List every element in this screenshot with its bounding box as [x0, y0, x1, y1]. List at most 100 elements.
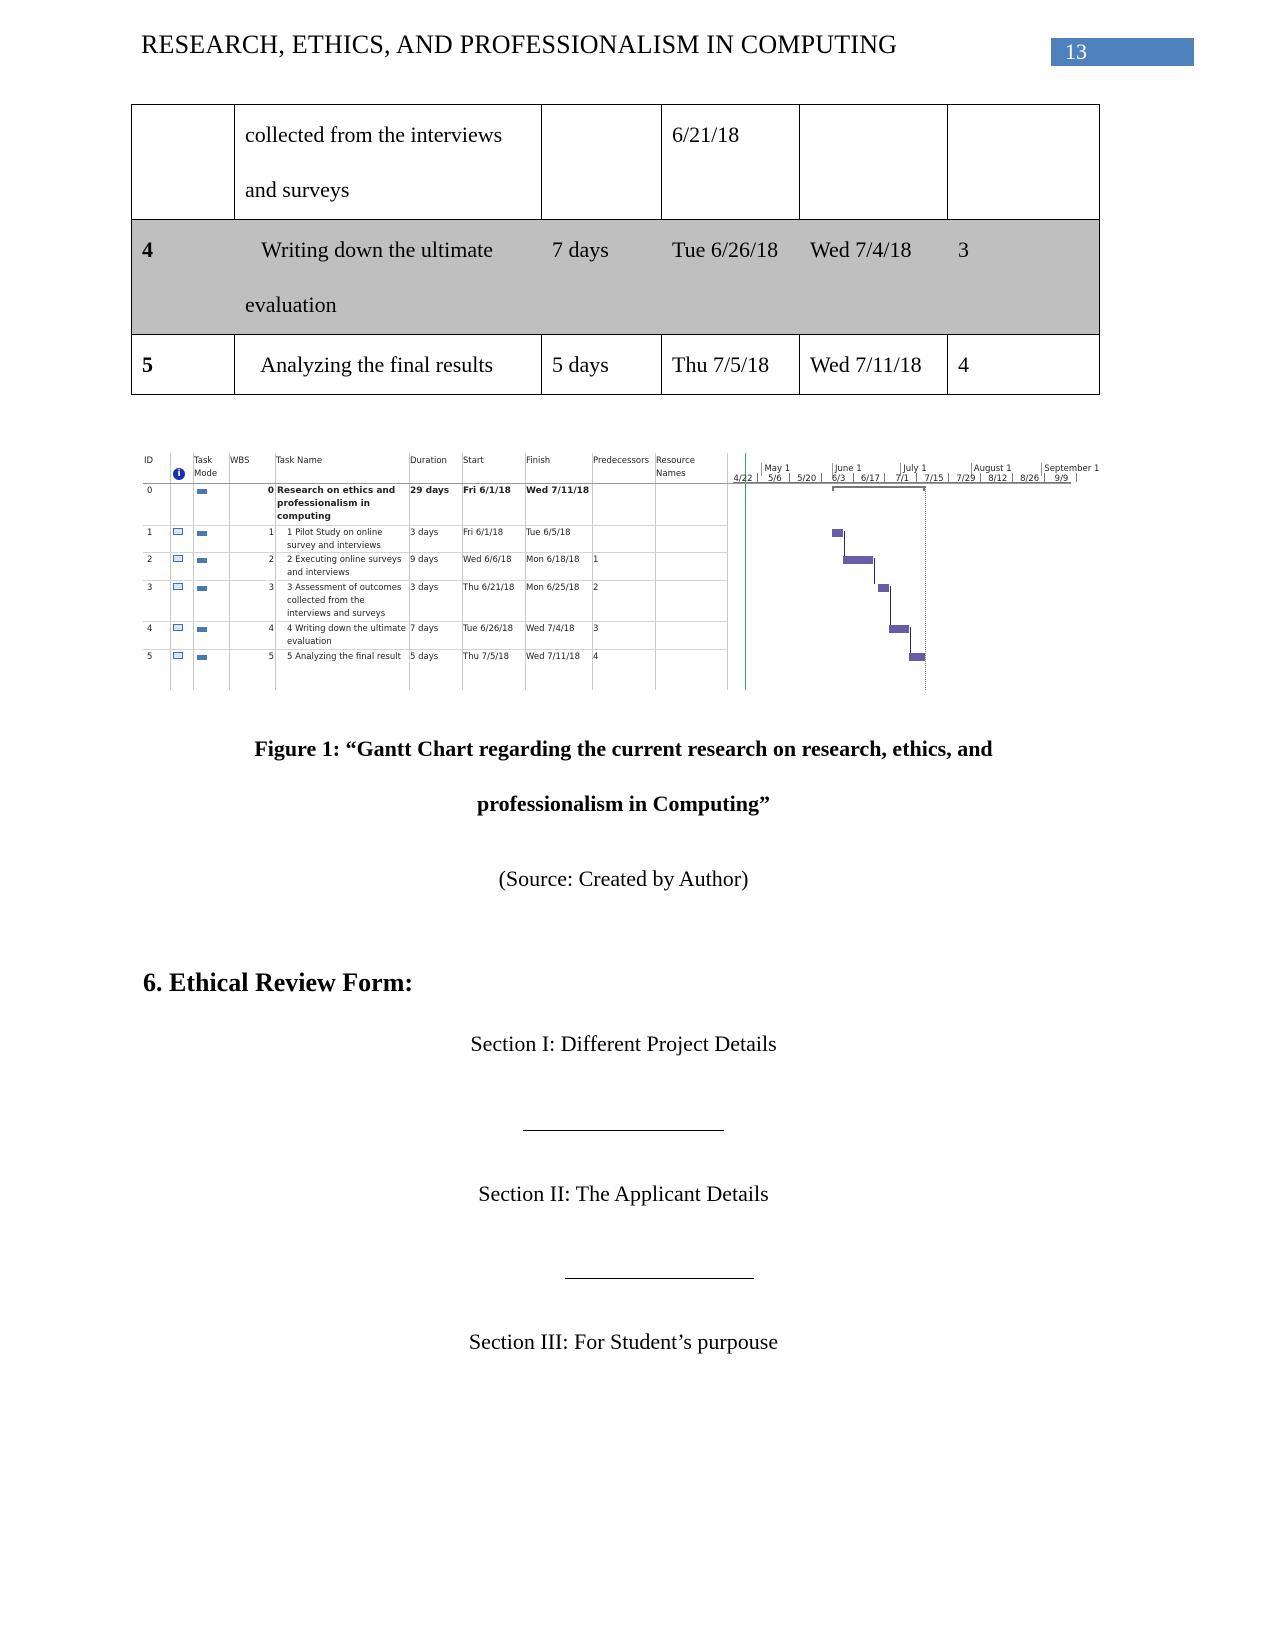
week-tick — [1043, 473, 1045, 482]
gantt-bar-3 — [877, 584, 889, 592]
gantt-id: 2 — [147, 555, 153, 565]
week-tick — [852, 473, 854, 482]
gantt-col-header-mode: Task Mode — [194, 456, 218, 479]
week-tick — [757, 473, 758, 482]
start-cell: Tue 6/26/18 — [661, 219, 800, 335]
gantt-bar-5 — [909, 653, 926, 661]
gantt-col-header-duration: Duration — [410, 456, 447, 466]
calendar-icon — [173, 555, 183, 562]
gantt-finish: Wed 7/11/18 — [526, 486, 590, 496]
table-row: 5 Analyzing the final results 5 days Thu 7… — [131, 334, 1100, 395]
finish-cell: Wed 7/4/18 — [799, 219, 948, 335]
timescale-week: 6/17 — [860, 474, 880, 484]
section-3-title: Section III: For Student’s purpouse — [468, 1329, 779, 1354]
gantt-id: 1 — [147, 528, 153, 538]
gantt-col-header-name: Task Name — [276, 456, 323, 466]
gantt-wbs: 5 — [268, 652, 274, 662]
task-cell: Analyzing the final results — [234, 334, 542, 395]
project-finish-line — [925, 486, 927, 690]
gantt-id: 4 — [147, 624, 153, 634]
table-row: collected from the interviews and surveys… — [131, 104, 1100, 220]
gantt-wbs: 0 — [267, 486, 274, 496]
timescale-week: 4/22 — [733, 474, 753, 484]
gantt-task-name: 5 Analyzing the final result — [287, 652, 401, 662]
row-divider — [143, 552, 727, 553]
task-mode-icon — [197, 586, 207, 591]
table-row: 4 Writing down the ultimate evaluation 7 d… — [131, 219, 1100, 335]
duration-cell: 7 days — [541, 219, 662, 335]
timescale-week: 5/6 — [768, 474, 782, 484]
gantt-task-name: 2 Executing online surveys and interview… — [287, 555, 402, 578]
gantt-col-header-start: Start — [463, 456, 484, 466]
start-cell: 6/21/18 — [661, 104, 800, 220]
gantt-finish: Mon 6/18/18 — [526, 555, 580, 565]
predecessor-cell: 3 — [947, 219, 1100, 335]
predecessor-cell: 4 — [947, 334, 1100, 395]
task-line: evaluation — [245, 292, 337, 317]
task-line: collected from the interviews — [245, 122, 503, 147]
task-cell: Writing down the ultimate evaluation — [234, 219, 542, 335]
finish-cell — [799, 104, 948, 220]
dependency-arrow — [873, 558, 875, 584]
week-tick — [884, 473, 886, 482]
calendar-icon — [173, 583, 183, 590]
gantt-pred: 3 — [593, 624, 599, 634]
page-number: 13 — [1051, 38, 1194, 66]
week-tick — [788, 473, 790, 482]
section-1-title: Section I: Different Project Details — [470, 1031, 777, 1056]
figure-caption-line1: Figure 1: “Gantt Chart regarding the cur… — [254, 736, 993, 761]
predecessor-cell — [947, 104, 1100, 220]
gantt-bar-4 — [888, 625, 910, 633]
gantt-col-header-finish: Finish — [526, 456, 551, 466]
week-tick — [1075, 473, 1077, 482]
week-tick — [1011, 473, 1013, 482]
task-line: Writing down the ultimate — [245, 237, 494, 262]
calendar-icon — [173, 528, 183, 535]
figure-caption-line2: professionalism in Computing” — [477, 791, 770, 816]
row-divider — [143, 580, 727, 581]
finish-cell: Wed 7/11/18 — [799, 334, 948, 395]
id-cell: 4 — [131, 219, 235, 335]
gantt-wbs: 2 — [268, 555, 274, 565]
id-cell — [131, 104, 235, 220]
gantt-id: 5 — [147, 652, 153, 662]
gantt-task-name: 3 Assessment of outcomes collected from … — [287, 583, 402, 619]
dependency-arrow — [844, 531, 846, 556]
task-line: Analyzing the final results — [245, 352, 494, 377]
row-divider — [143, 649, 727, 650]
section-heading: 6. Ethical Review Form: — [143, 968, 414, 997]
info-icon: i — [173, 468, 185, 480]
gantt-task-name: 4 Writing down the ultimate evaluation — [287, 624, 406, 647]
row-divider — [143, 621, 727, 622]
gantt-chart-figure: ID i Task Mode WBS Task Name Duration Start Fin… — [143, 453, 1099, 690]
duration-cell: 5 days — [541, 334, 662, 395]
calendar-icon — [173, 624, 183, 631]
task-line: and surveys — [245, 177, 350, 202]
figure-source: (Source: Created by Author) — [498, 866, 749, 891]
gantt-id: 3 — [147, 583, 153, 593]
gantt-bar-2 — [843, 556, 873, 564]
column-divider — [275, 453, 276, 690]
week-tick — [820, 473, 822, 482]
week-tick — [979, 473, 981, 482]
task-mode-icon — [197, 558, 207, 563]
running-header: RESEARCH, ETHICS, AND PROFESSIONALISM IN… — [141, 30, 898, 59]
week-tick — [948, 473, 950, 482]
dependency-arrow — [910, 627, 912, 653]
gantt-pred: 2 — [593, 583, 599, 593]
id-cell: 5 — [131, 334, 235, 395]
dependency-arrow — [889, 586, 891, 625]
start-cell: Thu 7/5/18 — [661, 334, 800, 395]
gantt-bar-1 — [832, 529, 844, 537]
timescale-week: 7/1 — [895, 474, 910, 484]
timescale-week: 9/9 — [1054, 474, 1069, 484]
calendar-icon — [173, 652, 183, 659]
section-2-title: Section II: The Applicant Details — [478, 1181, 769, 1206]
gantt-task-name: Research on ethics and professionalism i… — [277, 486, 396, 522]
column-divider — [170, 453, 171, 690]
row-divider — [143, 525, 727, 526]
task-cell: collected from the interviews and surveys — [234, 104, 542, 220]
gantt-finish: Wed 7/4/18 — [526, 624, 575, 634]
task-mode-icon — [197, 627, 207, 632]
timescale-week: 8/12 — [988, 474, 1008, 484]
